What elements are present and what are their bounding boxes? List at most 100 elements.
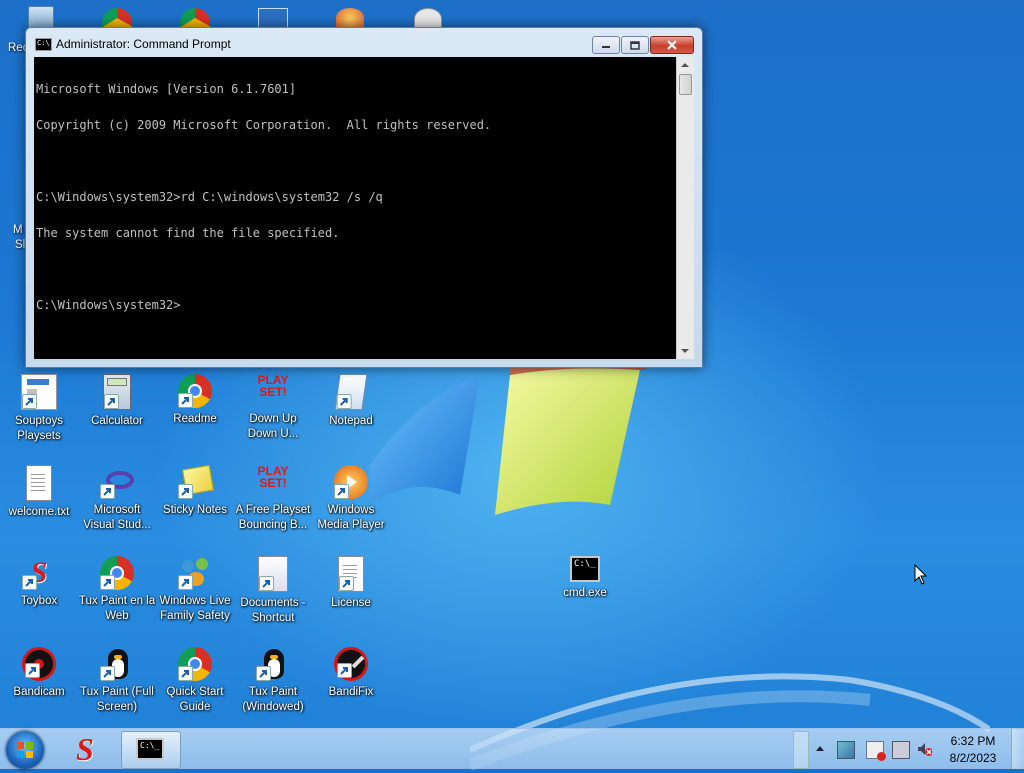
cmd-icon: C:\_ xyxy=(136,738,164,760)
desktop-icon-welcome-txt[interactable]: welcome.txt xyxy=(0,465,78,545)
icon-label: Documents - Shortcut xyxy=(240,597,306,624)
desktop-icon-tux-paint-web[interactable]: Tux Paint en la Web xyxy=(78,556,156,636)
notepad-icon xyxy=(334,374,368,410)
desktop-icon-tux-paint-windowed[interactable]: Tux Paint (Windowed) xyxy=(234,647,312,727)
desktop-icon-quick-start-guide[interactable]: Quick Start Guide xyxy=(156,647,234,727)
network-icon[interactable] xyxy=(866,741,886,761)
window-titlebar[interactable]: C:\ Administrator: Command Prompt xyxy=(26,28,702,57)
icon-label: Windows Live Family Safety xyxy=(159,595,231,622)
taskbar-toybox[interactable]: S xyxy=(62,731,120,767)
desktop-icon-documents-shortcut[interactable]: Documents - Shortcut xyxy=(234,556,312,636)
icon-label: License xyxy=(331,597,371,609)
icon-label: Bandicam xyxy=(13,686,65,698)
windows-logo-wallpaper xyxy=(370,355,650,515)
clock-time: 6:32 PM xyxy=(950,734,996,748)
desktop-icon-toybox[interactable]: S Toybox xyxy=(0,556,78,636)
taskbar: S C:\_ 6:32 PM 8/2/2023 xyxy=(0,728,1024,769)
desktop-icon-family-safety[interactable]: Windows Live Family Safety xyxy=(156,556,234,636)
icon-label: Notepad xyxy=(329,415,373,427)
command-prompt-window[interactable]: C:\ Administrator: Command Prompt Micros… xyxy=(25,27,703,368)
desktop-icon-notepad[interactable]: Notepad xyxy=(312,374,390,454)
chrome-icon xyxy=(100,556,134,590)
icon-label: Microsoft Visual Stud... xyxy=(83,504,151,531)
chrome-icon[interactable] xyxy=(102,8,132,28)
cmd-icon: C:\_ xyxy=(570,556,600,582)
desktop-icon-sticky-notes[interactable]: Sticky Notes xyxy=(156,464,234,545)
document-icon xyxy=(338,556,364,592)
icon-label: welcome.txt xyxy=(8,506,70,518)
family-safety-icon xyxy=(178,556,212,590)
desktop-icon-visual-studio[interactable]: Microsoft Visual Stud... xyxy=(78,465,156,545)
desktop-label-partial: Sl xyxy=(15,239,26,251)
console-line: C:\Windows\system32>rd C:\windows\system… xyxy=(36,190,383,204)
cmd-icon: C:\ xyxy=(35,38,52,51)
console-output[interactable]: Microsoft Windows [Version 6.1.7601] Cop… xyxy=(34,57,678,359)
mouse-cursor-icon xyxy=(914,564,928,585)
icon-label: A Free Playset Bouncing B... xyxy=(235,504,311,531)
close-icon xyxy=(667,40,677,50)
close-button[interactable] xyxy=(650,36,694,54)
window-title: Administrator: Command Prompt xyxy=(56,37,231,51)
scroll-thumb[interactable] xyxy=(679,74,692,95)
icon-label: cmd.exe xyxy=(563,587,607,599)
chrome-icon xyxy=(178,374,212,408)
text-file-icon xyxy=(26,465,52,501)
desktop-icon-license[interactable]: License xyxy=(312,556,390,636)
icon-label: Sticky Notes xyxy=(163,504,227,516)
desktop-icon-readme[interactable]: Readme xyxy=(156,374,234,454)
scroll-down-icon[interactable] xyxy=(681,349,689,353)
tray-scroll[interactable] xyxy=(793,731,809,769)
maximize-icon xyxy=(630,40,640,50)
paint-icon[interactable] xyxy=(336,8,364,28)
tux-icon xyxy=(256,647,290,681)
action-center-icon[interactable] xyxy=(837,741,855,759)
playset-icon: PLAY SET! xyxy=(257,373,289,399)
show-desktop-button[interactable] xyxy=(1011,729,1024,769)
icon-label: Quick Start Guide xyxy=(166,686,224,713)
sticky-notes-icon xyxy=(178,464,215,499)
icon-label: Toybox xyxy=(20,595,58,607)
desktop-icon-calculator[interactable]: Calculator xyxy=(78,374,156,454)
clock-date: 8/2/2023 xyxy=(949,751,997,765)
minimize-button[interactable] xyxy=(592,36,620,54)
scroll-up-icon[interactable] xyxy=(681,63,689,67)
toybox-icon: S xyxy=(76,731,94,767)
taskbar-clock[interactable]: 6:32 PM 8/2/2023 xyxy=(940,733,1006,767)
toybox-icon: S xyxy=(22,556,56,590)
desktop-label-partial: M xyxy=(13,224,23,236)
start-button[interactable] xyxy=(6,731,44,769)
chrome-icon xyxy=(178,647,212,681)
vertical-scrollbar[interactable] xyxy=(676,57,694,359)
desktop-icon-souptoys-playsets[interactable]: Souptoys Playsets xyxy=(0,374,78,454)
desktop-icon-bandicam[interactable]: Bandicam xyxy=(0,647,78,727)
desktop-icon-free-playset[interactable]: PLAY SET! A Free Playset Bouncing B... xyxy=(234,465,312,545)
desktop-icon-cmd-exe[interactable]: C:\_ cmd.exe xyxy=(546,556,624,636)
console-line: C:\Windows\system32> xyxy=(36,298,181,312)
icon-label: Readme xyxy=(173,413,217,425)
maximize-button[interactable] xyxy=(621,36,649,54)
icon-label: Souptoys Playsets xyxy=(15,415,63,442)
console-line: The system cannot find the file specifie… xyxy=(36,226,340,240)
volume-muted-icon[interactable] xyxy=(916,741,932,757)
icon-label: Calculator xyxy=(91,415,143,427)
calculator-icon xyxy=(103,374,131,410)
icon-label: BandiFix xyxy=(328,686,374,698)
show-hidden-icons-icon[interactable] xyxy=(815,741,831,757)
minimize-icon xyxy=(602,46,610,48)
desktop-icon-windows-media-player[interactable]: Windows Media Player xyxy=(312,465,390,545)
souptoys-icon xyxy=(21,374,57,410)
desktop-icon-tux-paint-full[interactable]: Tux Paint (Full Screen) xyxy=(78,647,156,727)
desktop-icon-bandifix[interactable]: BandiFix xyxy=(312,647,390,727)
desktop-icon-down-up[interactable]: PLAY SET! Down Up Down U... xyxy=(234,374,312,454)
icon-label: Tux Paint (Full Screen) xyxy=(80,686,154,713)
bandifix-icon xyxy=(334,647,368,681)
console-line: Microsoft Windows [Version 6.1.7601] xyxy=(36,82,297,96)
chrome-icon[interactable] xyxy=(180,8,210,28)
taskbar-command-prompt[interactable]: C:\_ xyxy=(121,731,181,769)
display-icon[interactable] xyxy=(892,741,910,759)
windows-logo-icon xyxy=(17,742,33,758)
bandicam-icon xyxy=(22,647,56,681)
tux-icon xyxy=(100,647,134,681)
